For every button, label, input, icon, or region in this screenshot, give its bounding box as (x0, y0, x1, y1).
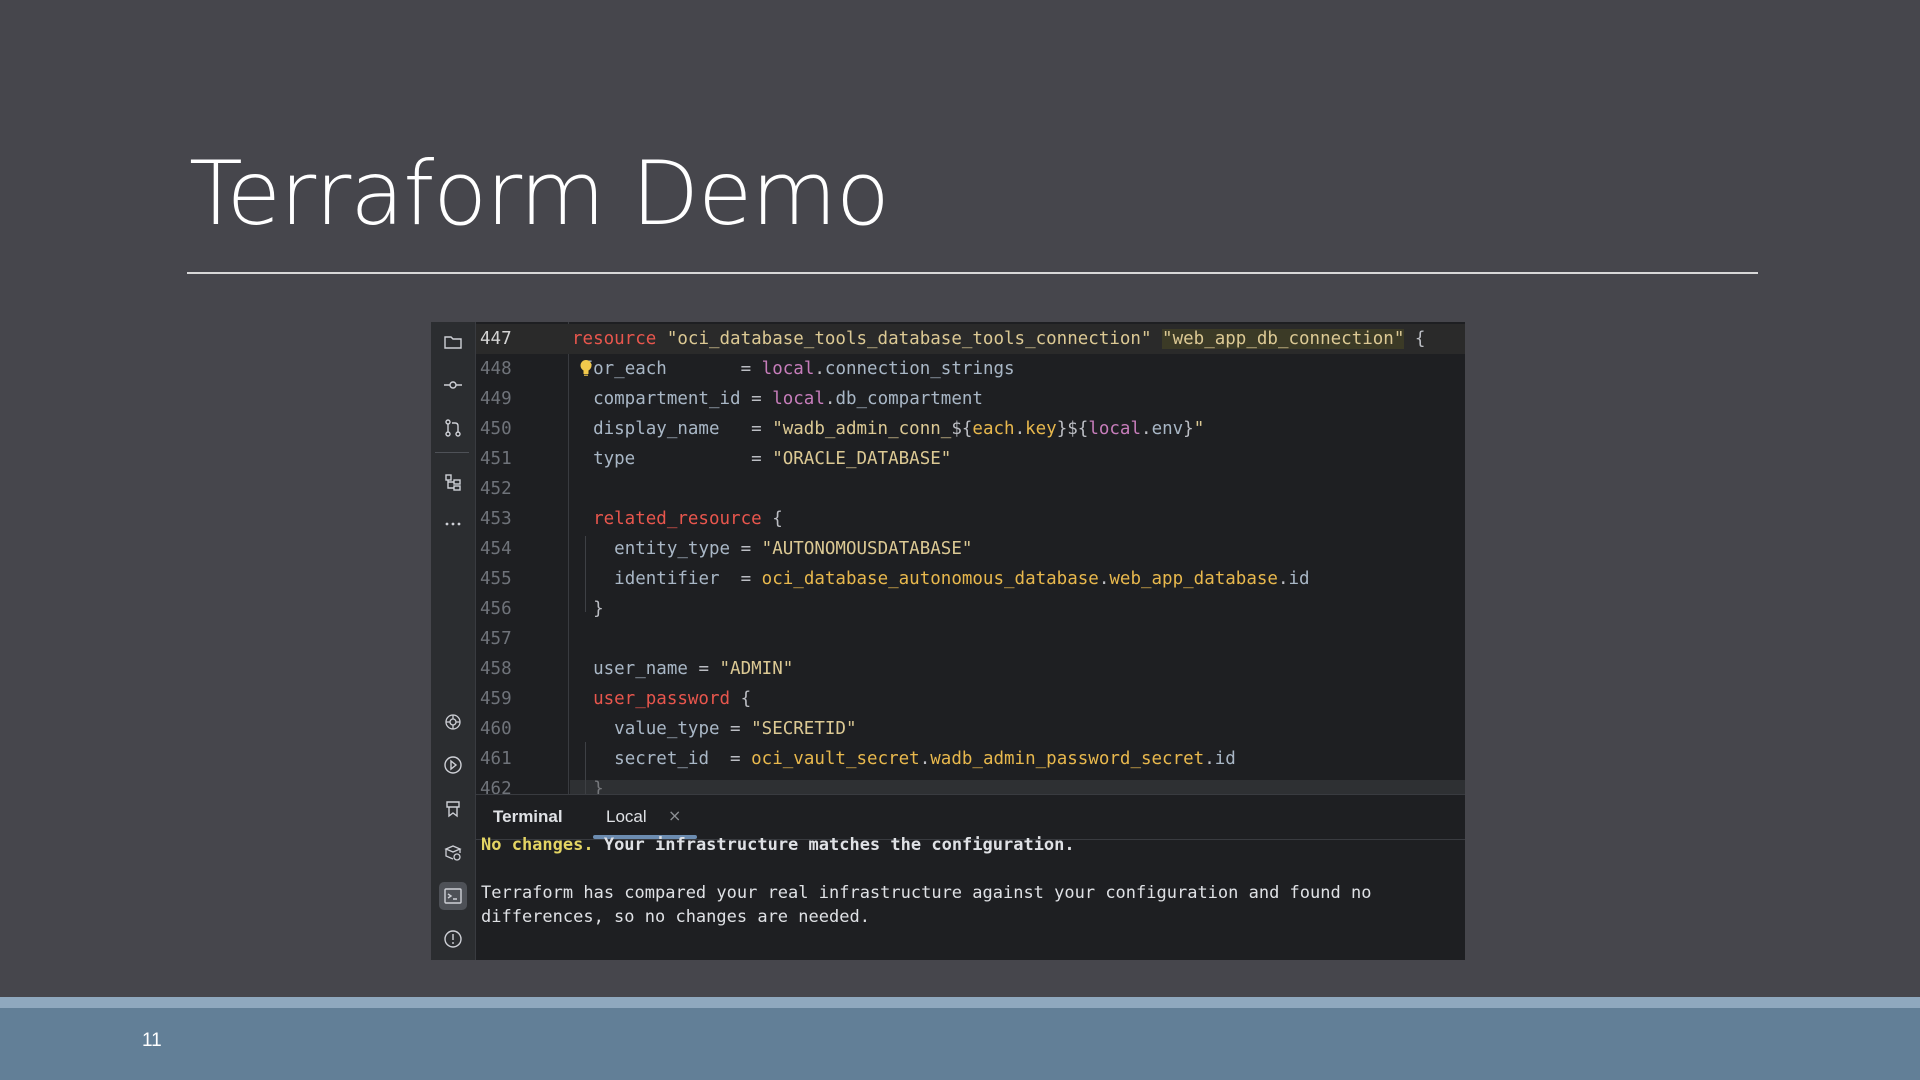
code-text: user_name = "ADMIN" (593, 659, 794, 679)
code-line[interactable]: 447 resource "oci_database_tools_database… (476, 324, 1465, 354)
line-number: 460 (480, 719, 512, 739)
close-icon[interactable]: × (668, 806, 681, 825)
code-line[interactable]: 456 } (476, 594, 1465, 624)
pull-request-icon[interactable] (439, 414, 467, 442)
code-text: for_each = local.connection_strings (582, 359, 1015, 379)
line-number: 457 (480, 629, 512, 649)
code-line[interactable]: 454 entity_type = "AUTONOMOUSDATABASE" (476, 534, 1465, 564)
code-text: related_resource { (593, 509, 783, 529)
code-line[interactable]: 457 (476, 624, 1465, 654)
code-text: identifier = oci_database_autonomous_dat… (614, 569, 1310, 589)
terminal-title: Terminal (493, 807, 563, 826)
terminal-output-line: Terraform has compared your real infrast… (481, 883, 1372, 903)
slide-title: Terraform Demo (189, 142, 890, 245)
code-text: type = "ORACLE_DATABASE" (593, 449, 952, 469)
line-number: 458 (480, 659, 512, 679)
code-line[interactable]: 448 for_each = local.connection_strings (476, 354, 1465, 384)
line-number: 449 (480, 389, 512, 409)
problems-icon[interactable] (439, 925, 467, 953)
horizontal-scrollbar[interactable] (570, 780, 1465, 794)
code-text: value_type = "SECRETID" (614, 719, 857, 739)
code-text: entity_type = "AUTONOMOUSDATABASE" (614, 539, 973, 559)
run-icon[interactable] (439, 751, 467, 779)
ide-screenshot: 447 resource "oci_database_tools_database… (431, 322, 1465, 960)
terminal-output-line: differences, so no changes are needed. (481, 907, 870, 927)
code-line[interactable]: 449 compartment_id = local.db_compartmen… (476, 384, 1465, 414)
tab-local-label: Local (606, 807, 647, 826)
terminal-panel: Terminal Local × No changes. Your infras… (476, 794, 1465, 960)
code-line[interactable]: 458 user_name = "ADMIN" (476, 654, 1465, 684)
line-number: 454 (480, 539, 512, 559)
code-line[interactable]: 460 value_type = "SECRETID" (476, 714, 1465, 744)
code-text: display_name = "wadb_admin_conn_${each.k… (593, 419, 1205, 439)
indent-guide (585, 536, 586, 612)
code-line[interactable]: 453 related_resource { (476, 504, 1465, 534)
terminal-icon[interactable] (439, 882, 467, 910)
line-number: 462 (480, 779, 512, 794)
structure-icon[interactable] (439, 468, 467, 496)
code-text: resource "oci_database_tools_database_to… (572, 329, 1426, 349)
code-text: } (572, 599, 604, 619)
code-line[interactable]: 452 (476, 474, 1465, 504)
line-number: 447 (480, 329, 512, 349)
code-line[interactable]: 461 secret_id = oci_vault_secret.wadb_ad… (476, 744, 1465, 774)
folder-icon[interactable] (439, 328, 467, 356)
lightbulb-icon[interactable] (579, 359, 593, 377)
toolbar-separator (435, 452, 469, 453)
line-number: 450 (480, 419, 512, 439)
code-line[interactable]: 455 identifier = oci_database_autonomous… (476, 564, 1465, 594)
line-number: 461 (480, 749, 512, 769)
terminal-status-line: No changes. Your infrastructure matches … (481, 833, 1075, 857)
commit-icon[interactable] (439, 371, 467, 399)
services-icon[interactable] (439, 839, 467, 867)
line-number: 448 (480, 359, 512, 379)
code-line[interactable]: 459 user_password { (476, 684, 1465, 714)
status-prefix: No changes. (481, 835, 594, 855)
line-number: 451 (480, 449, 512, 469)
line-number: 452 (480, 479, 512, 499)
status-message: Your infrastructure matches the configur… (593, 835, 1075, 855)
ai-assistant-icon[interactable] (439, 708, 467, 736)
bookmark-icon[interactable] (439, 795, 467, 823)
code-text: user_password { (593, 689, 752, 709)
code-text: secret_id = oci_vault_secret.wadb_admin_… (614, 749, 1236, 769)
footer-stripe (0, 997, 1920, 1008)
code-line[interactable]: 451 type = "ORACLE_DATABASE" (476, 444, 1465, 474)
footer-band (0, 997, 1920, 1080)
line-number: 459 (480, 689, 512, 709)
code-editor[interactable]: 447 resource "oci_database_tools_database… (476, 322, 1465, 794)
title-divider (187, 272, 1758, 274)
line-number: 455 (480, 569, 512, 589)
tool-window-bar (431, 322, 476, 960)
slide-number: 11 (142, 1030, 162, 1051)
code-line[interactable]: 450 display_name = "wadb_admin_conn_${ea… (476, 414, 1465, 444)
line-number: 453 (480, 509, 512, 529)
line-number: 456 (480, 599, 512, 619)
more-icon[interactable] (439, 510, 467, 538)
code-text: compartment_id = local.db_compartment (593, 389, 983, 409)
